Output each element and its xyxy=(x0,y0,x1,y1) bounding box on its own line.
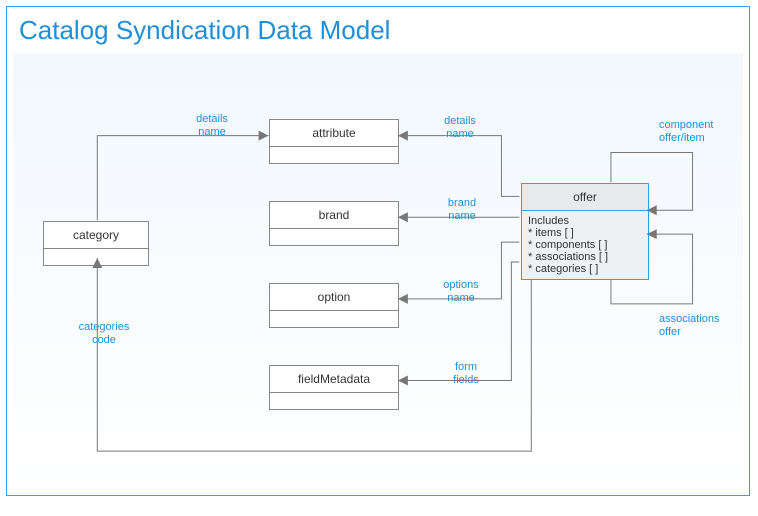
offer-includes-item: * items [ ] xyxy=(528,227,642,239)
diagram-title: Catalog Syndication Data Model xyxy=(19,15,390,46)
diagram-frame: Catalog Syndication Data Model category … xyxy=(0,0,758,516)
entity-fieldmetadata-header: fieldMetadata xyxy=(270,366,398,393)
entity-fieldmetadata: fieldMetadata xyxy=(269,365,399,410)
entity-attribute: attribute xyxy=(269,119,399,164)
entity-option: option xyxy=(269,283,399,328)
offer-includes-item: * associations [ ] xyxy=(528,251,642,263)
entity-offer-header: offer xyxy=(522,184,648,211)
entity-brand-body xyxy=(270,229,398,245)
label-options-name: optionsname xyxy=(433,279,489,305)
entity-category-body xyxy=(44,249,148,265)
entity-option-body xyxy=(270,311,398,327)
label-categories-code: categoriescode xyxy=(69,321,139,347)
label-details-name-right: detailsname xyxy=(435,115,485,141)
entity-attribute-header: attribute xyxy=(270,120,398,147)
offer-includes-item: * components [ ] xyxy=(528,239,642,251)
entity-attribute-body xyxy=(270,147,398,163)
entity-fieldmetadata-body xyxy=(270,393,398,409)
entity-option-header: option xyxy=(270,284,398,311)
offer-includes-header: Includes xyxy=(528,215,642,227)
label-details-name-left: detailsname xyxy=(187,113,237,139)
entity-brand-header: brand xyxy=(270,202,398,229)
diagram-outer-border: Catalog Syndication Data Model category … xyxy=(6,6,750,496)
entity-offer-body: Includes * items [ ] * components [ ] * … xyxy=(522,211,648,279)
entity-category-header: category xyxy=(44,222,148,249)
entity-brand: brand xyxy=(269,201,399,246)
diagram-canvas: category attribute brand option fieldMet… xyxy=(13,53,743,489)
offer-includes-item: * categories [ ] xyxy=(528,263,642,275)
label-associations-offer: associationsoffer xyxy=(659,313,737,339)
entity-offer: offer Includes * items [ ] * components … xyxy=(521,183,649,280)
entity-category: category xyxy=(43,221,149,266)
label-brand-name: brandname xyxy=(437,197,487,223)
label-component-offer-item: componentoffer/item xyxy=(659,119,737,145)
label-form-fields: formfields xyxy=(441,361,491,387)
